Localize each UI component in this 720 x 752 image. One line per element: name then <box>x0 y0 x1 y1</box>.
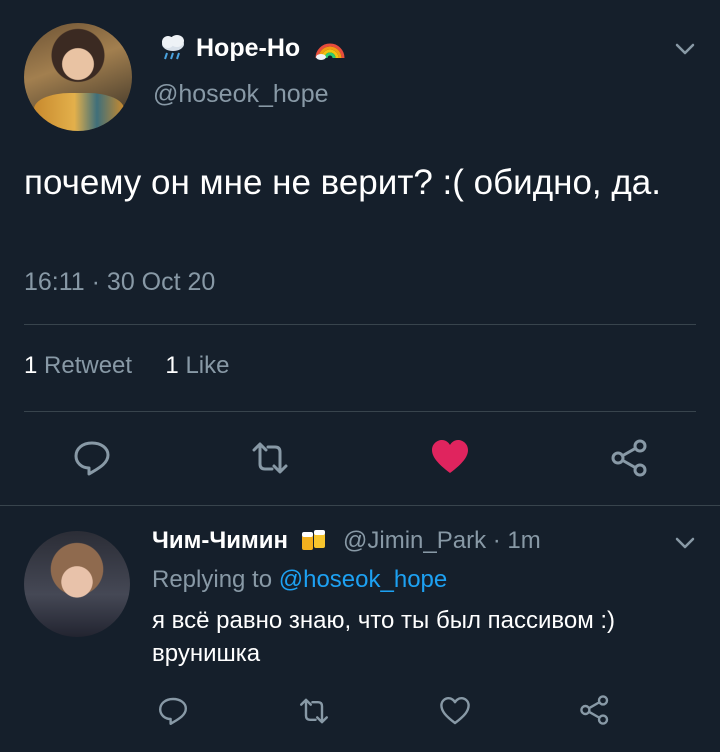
rainbow-icon <box>315 43 345 61</box>
chevron-down-icon[interactable] <box>674 40 696 58</box>
tweet-text: почему он мне не верит? :( обидно, да. <box>24 163 661 202</box>
cloud-with-rain-icon <box>162 35 184 60</box>
tweet-author-handle[interactable]: @hoseok_hope <box>153 80 329 109</box>
beer-mugs-icon <box>301 529 325 550</box>
avatar-hope[interactable] <box>24 23 132 131</box>
heart-icon[interactable] <box>439 695 471 727</box>
chevron-down-icon[interactable] <box>674 534 696 552</box>
retweet-stat[interactable]: 1 Retweet <box>24 352 132 379</box>
retweet-icon[interactable] <box>250 438 290 478</box>
retweet-icon[interactable] <box>298 695 330 727</box>
tweet-stats: 1 Retweet 1 Like <box>24 352 229 380</box>
divider <box>24 411 696 412</box>
reply-display-name-text: Чим-Чимин <box>152 527 288 554</box>
tweet-author-name[interactable]: Hope-Ho <box>158 34 345 63</box>
tweet-timestamp[interactable]: 16:11 · 30 Oct 20 <box>24 268 215 297</box>
reply-text: я всё равно знаю, что ты был пассивом :)… <box>152 607 616 667</box>
share-icon[interactable] <box>579 694 611 726</box>
section-separator <box>0 505 720 506</box>
reply-author-name[interactable]: Чим-Чимин <box>152 527 329 555</box>
reply-icon[interactable] <box>157 695 189 727</box>
display-name-text: Hope-Ho <box>196 34 301 62</box>
reply-handle-time[interactable]: @Jimin_Park · 1m <box>343 527 541 555</box>
replying-to-link[interactable]: @hoseok_hope <box>279 566 448 593</box>
replying-to: Replying to @hoseok_hope <box>152 566 448 593</box>
reply-icon[interactable] <box>72 438 112 478</box>
like-stat[interactable]: 1 Like <box>165 352 229 379</box>
divider <box>24 324 696 325</box>
share-icon[interactable] <box>610 438 650 478</box>
avatar-jimin[interactable] <box>24 531 130 637</box>
heart-liked-icon[interactable] <box>430 437 470 477</box>
